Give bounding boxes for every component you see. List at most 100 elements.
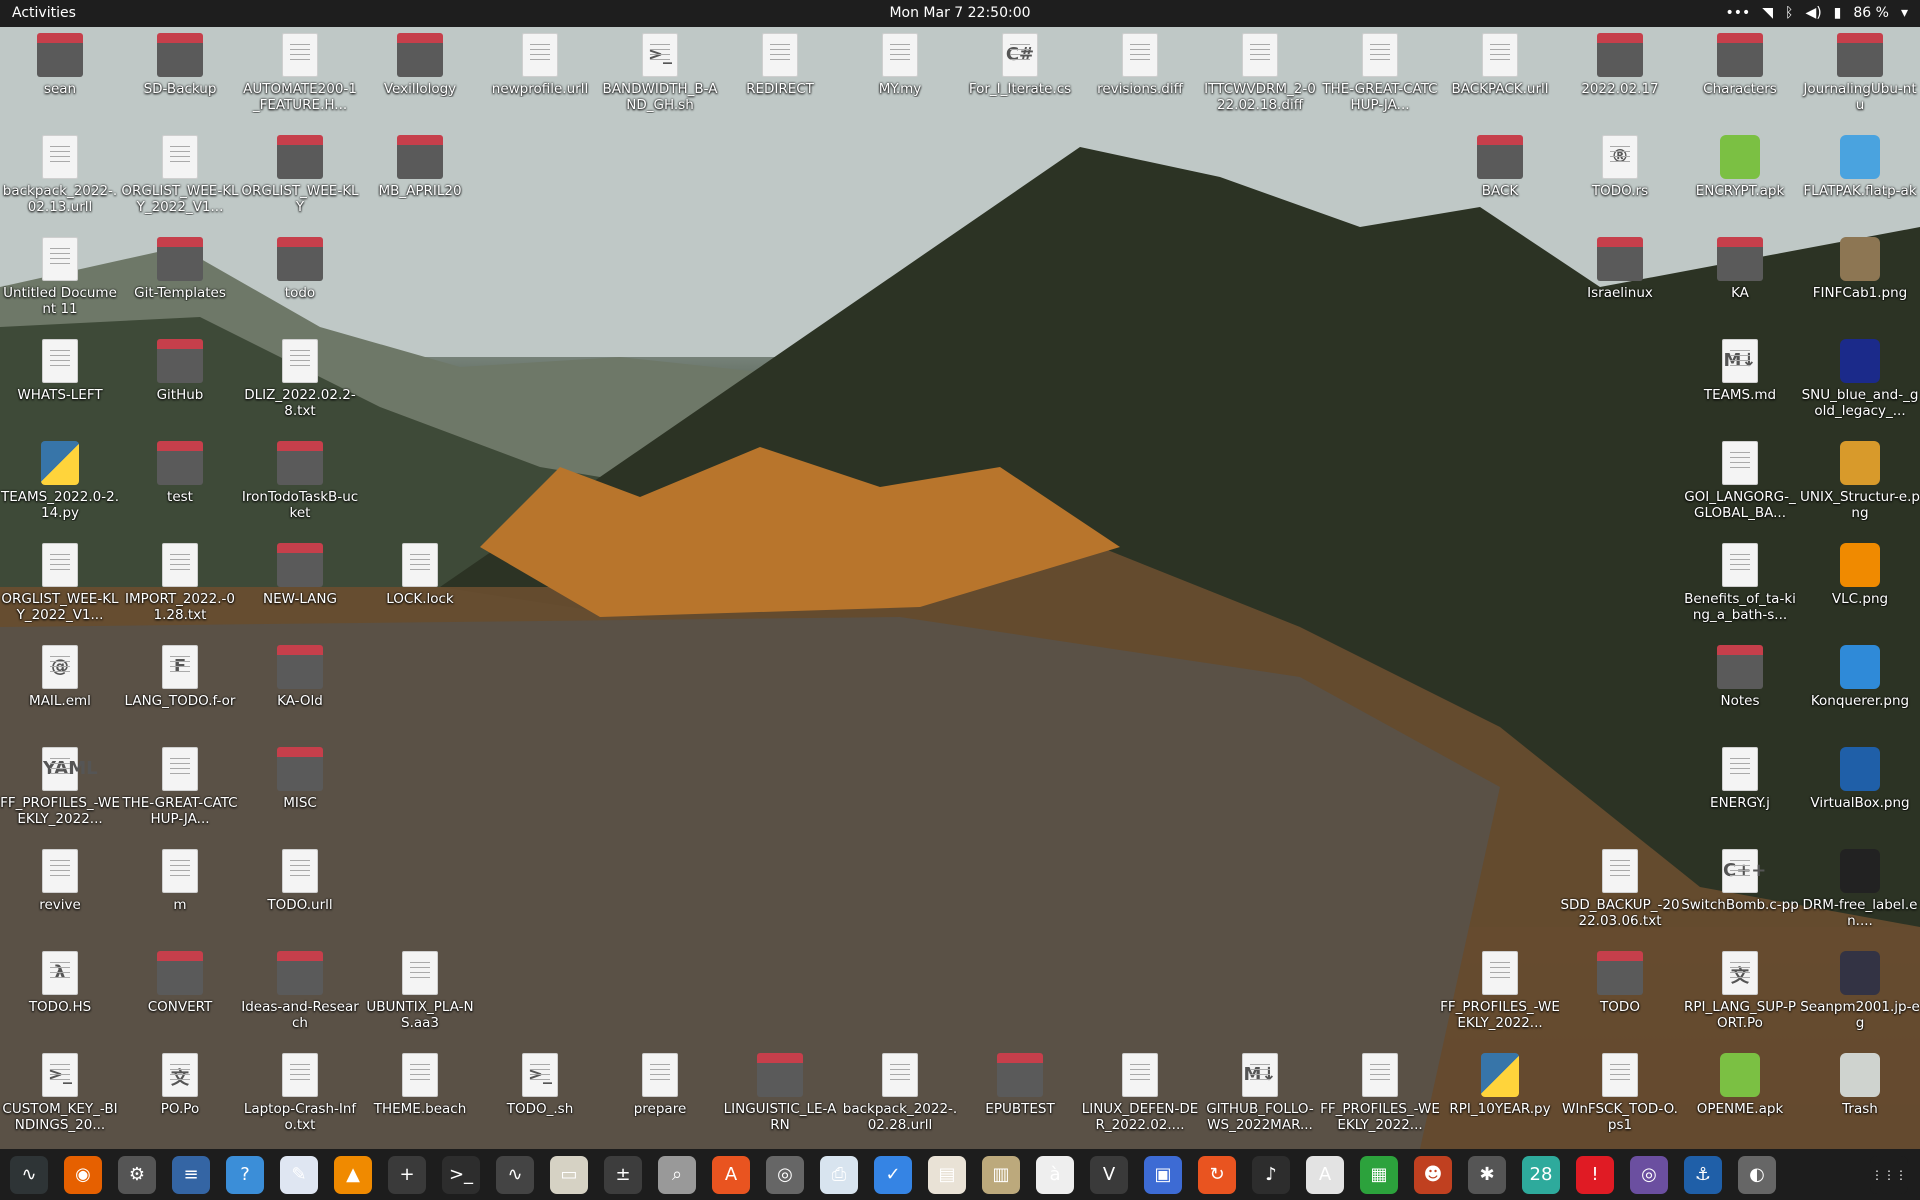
desktop-icon[interactable]: 文 PO.Po <box>120 1049 240 1149</box>
desktop-icon[interactable]: FF_PROFILES_-WEEKLY_2022... <box>1440 947 1560 1047</box>
desktop-icon[interactable]: sean <box>0 29 120 129</box>
desktop-icon[interactable]: ENERGY.j <box>1680 743 1800 843</box>
game-icon[interactable]: ☻ <box>1414 1155 1452 1194</box>
screenshot-icon[interactable]: ◎ <box>1630 1155 1668 1194</box>
desktop-icon[interactable]: CONVERT <box>120 947 240 1047</box>
monitor-icon[interactable]: ∿ <box>496 1155 534 1194</box>
privacy-icon[interactable]: ◐ <box>1738 1155 1776 1194</box>
alert-icon[interactable]: ! <box>1576 1155 1614 1194</box>
desktop-icon[interactable]: Trash <box>1800 1049 1920 1149</box>
desktop-icon[interactable]: Git-Templates <box>120 233 240 333</box>
music-icon[interactable]: ♪ <box>1252 1155 1290 1194</box>
desktop-icon[interactable]: DRM-free_label.en.... <box>1800 845 1920 945</box>
spreadsheet-icon[interactable]: ▦ <box>1360 1155 1398 1194</box>
desktop-icon[interactable]: MB_APRIL20 <box>360 131 480 231</box>
system-monitor-icon[interactable]: ∿ <box>10 1155 48 1194</box>
disk-icon[interactable]: ◎ <box>766 1155 804 1194</box>
character-map-icon[interactable]: à <box>1036 1155 1074 1194</box>
chart-icon[interactable]: ⚓ <box>1684 1155 1722 1194</box>
desktop-icon[interactable]: SD-Backup <box>120 29 240 129</box>
desktop-icon[interactable]: Laptop-Crash-Info.txt <box>240 1049 360 1149</box>
desktop-icon[interactable]: TEAMS_2022.0-2.14.py <box>0 437 120 537</box>
system-status-area[interactable]: ••• ◥ ᛒ ◀) ▮ 86 % ▾ <box>1725 5 1908 21</box>
vim-icon[interactable]: V <box>1090 1155 1128 1194</box>
desktop-icon[interactable]: UBUNTIX_PLA-NS.aa3 <box>360 947 480 1047</box>
desktop-icon[interactable]: REDIRECT <box>720 29 840 129</box>
desktop-icon[interactable]: LINUX_DEFEN-DER_2022.02.... <box>1080 1049 1200 1149</box>
desktop-icon[interactable]: IMPORT_2022.-01.28.txt <box>120 539 240 639</box>
desktop-icon[interactable]: Konquerer.png <box>1800 641 1920 741</box>
desktop-icon[interactable]: GOI_LANGORG-_GLOBAL_BA... <box>1680 437 1800 537</box>
desktop-icon[interactable]: GitHub <box>120 335 240 435</box>
help-icon[interactable]: ? <box>226 1155 264 1194</box>
desktop-icon[interactable]: BACK <box>1440 131 1560 231</box>
desktop-icon[interactable]: BACKPACK.urll <box>1440 29 1560 129</box>
app-icon[interactable]: + <box>388 1155 426 1194</box>
todo-icon[interactable]: ✓ <box>874 1155 912 1194</box>
desktop-icon[interactable]: NEW-LANG <box>240 539 360 639</box>
desktop-icon[interactable]: FF_PROFILES_-WEEKLY_2022... <box>1320 1049 1440 1149</box>
desktop-icon[interactable]: AUTOMATE200-1_FEATURE.H... <box>240 29 360 129</box>
desktop-icon[interactable]: ® TODO.rs <box>1560 131 1680 231</box>
desktop-icon[interactable]: THEME.beach <box>360 1049 480 1149</box>
desktop-icon[interactable]: ITTCWVDRM_2-022.02.18.diff <box>1200 29 1320 129</box>
desktop-icon[interactable]: MY.my <box>840 29 960 129</box>
desktop-icon[interactable]: LOCK.lock <box>360 539 480 639</box>
settings-icon[interactable]: ⚙ <box>118 1155 156 1194</box>
desktop-icon[interactable]: ORGLIST_WEE-KLY_2022_V1... <box>120 131 240 231</box>
desktop-icon[interactable]: newprofile.urll <box>480 29 600 129</box>
vlc-icon[interactable]: ▲ <box>334 1155 372 1194</box>
app-grid-icon[interactable]: ⋮⋮⋮ <box>1870 1155 1908 1194</box>
desktop-icon[interactable]: OPENME.apk <box>1680 1049 1800 1149</box>
desktop-icon[interactable]: test <box>120 437 240 537</box>
desktop-icon[interactable]: KA-Old <box>240 641 360 741</box>
desktop-icon[interactable]: EPUBTEST <box>960 1049 1080 1149</box>
desktop-icon[interactable]: C++ SwitchBomb.c-pp <box>1680 845 1800 945</box>
desktop-icon[interactable]: FLATPAK.flatp-ak <box>1800 131 1920 231</box>
desktop-icon[interactable]: >_ TODO_.sh <box>480 1049 600 1149</box>
clock[interactable]: Mon Mar 7 22:50:00 <box>0 5 1920 21</box>
desktop-icon[interactable]: ORGLIST_WEE-KLY_2022_V1... <box>0 539 120 639</box>
image-viewer-icon[interactable]: ⌕ <box>658 1155 696 1194</box>
font-icon[interactable]: A <box>1306 1155 1344 1194</box>
terminal-icon[interactable]: >_ <box>442 1155 480 1194</box>
desktop-icon[interactable]: VLC.png <box>1800 539 1920 639</box>
desktop-icon[interactable]: ORGLIST_WEE-KLY <box>240 131 360 231</box>
desktop-icon[interactable]: >_ BANDWIDTH_B-AND_GH.sh <box>600 29 720 129</box>
desktop-icon[interactable]: LINGUISTIC_LE-ARN <box>720 1049 840 1149</box>
desktop-icon[interactable]: Vexillology <box>360 29 480 129</box>
desktop-icon[interactable]: UNIX_Structur-e.png <box>1800 437 1920 537</box>
desktop-icon[interactable]: WHATS-LEFT <box>0 335 120 435</box>
desktop-icon[interactable]: C# For_I_Iterate.cs <box>960 29 1080 129</box>
desktop-icon[interactable]: M↓ TEAMS.md <box>1680 335 1800 435</box>
desktop-icon[interactable]: TODO.urll <box>240 845 360 945</box>
calculator-icon[interactable]: ± <box>604 1155 642 1194</box>
desktop-icon[interactable]: YAML FF_PROFILES_-WEEKLY_2022... <box>0 743 120 843</box>
desktop-icon[interactable]: 文 RPI_LANG_SUP-PORT.Po <box>1680 947 1800 1047</box>
document-viewer-icon[interactable]: ▤ <box>928 1155 966 1194</box>
archive-icon[interactable]: ▥ <box>982 1155 1020 1194</box>
files-icon[interactable]: ▭ <box>550 1155 588 1194</box>
desktop-icon[interactable]: SNU_blue_and-_gold_legacy_... <box>1800 335 1920 435</box>
desktop-icon[interactable]: KA <box>1680 233 1800 333</box>
desktop-icon[interactable]: ENCRYPT.apk <box>1680 131 1800 231</box>
desktop-icon[interactable]: M↓ GITHUB_FOLLO-WS_2022MAR... <box>1200 1049 1320 1149</box>
desktop-icon[interactable]: Notes <box>1680 641 1800 741</box>
desktop[interactable]: sean SD-Backup AUTOMATE200-1_FEATURE.H... V… <box>0 27 1920 1149</box>
desktop-icon[interactable]: TODO <box>1560 947 1680 1047</box>
desktop-icon[interactable]: backpack_2022-.02.28.urll <box>840 1049 960 1149</box>
desktop-icon[interactable]: THE-GREAT-CATCHUP-JA... <box>120 743 240 843</box>
desktop-icon[interactable]: prepare <box>600 1049 720 1149</box>
notes-icon[interactable]: ✎ <box>280 1155 318 1194</box>
desktop-icon[interactable]: RPI_10YEAR.py <box>1440 1049 1560 1149</box>
dots-icon[interactable]: ••• <box>1725 5 1750 21</box>
desktop-icon[interactable]: WInFSCK_TOD-O.ps1 <box>1560 1049 1680 1149</box>
desktop-icon[interactable]: >_ CUSTOM_KEY_-BINDINGS_20... <box>0 1049 120 1149</box>
desktop-icon[interactable]: F LANG_TODO.f-or <box>120 641 240 741</box>
desktop-icon[interactable]: VirtualBox.png <box>1800 743 1920 843</box>
desktop-icon[interactable]: JournalingUbu-ntu <box>1800 29 1920 129</box>
desktop-icon[interactable]: λ TODO.HS <box>0 947 120 1047</box>
desktop-icon[interactable]: Israelinux <box>1560 233 1680 333</box>
text-editor-icon[interactable]: ≡ <box>172 1155 210 1194</box>
desktop-icon[interactable]: SDD_BACKUP_-2022.03.06.txt <box>1560 845 1680 945</box>
